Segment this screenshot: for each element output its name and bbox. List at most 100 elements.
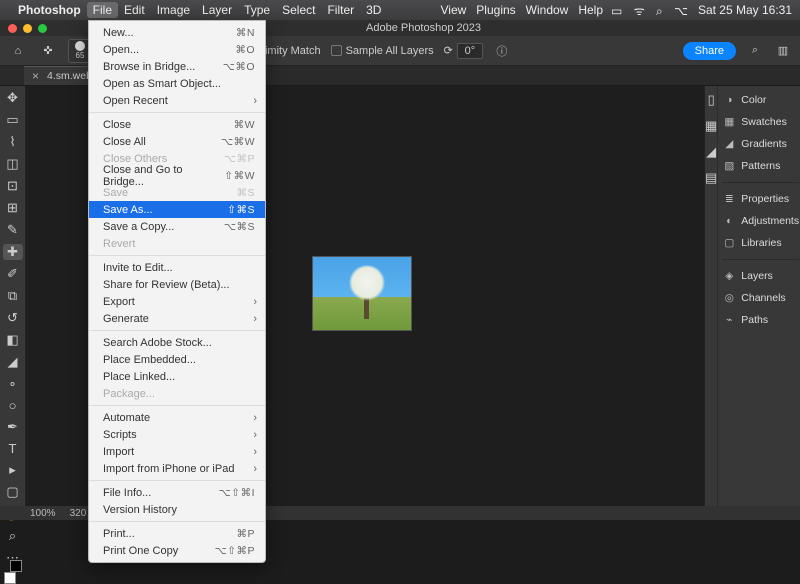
menubar-item-view[interactable]: View bbox=[441, 3, 467, 17]
panel-label: Paths bbox=[741, 314, 768, 326]
menu-item-shortcut: ⌘S bbox=[236, 187, 255, 199]
file-menu-dropdown: New...⌘NOpen...⌘OBrowse in Bridge...⌥⌘OO… bbox=[88, 20, 266, 563]
zoom-window-button[interactable] bbox=[38, 24, 47, 33]
menu-item-share-for-review-beta[interactable]: Share for Review (Beta)... bbox=[89, 276, 265, 293]
menu-item-export[interactable]: Export bbox=[89, 293, 265, 310]
menu-item-import[interactable]: Import bbox=[89, 443, 265, 460]
crop-tool[interactable]: ⊡ bbox=[3, 178, 23, 194]
menu-item-label: Browse in Bridge... bbox=[103, 61, 195, 73]
menu-item-file-info[interactable]: File Info...⌥⇧⌘I bbox=[89, 484, 265, 501]
menu-item-generate[interactable]: Generate bbox=[89, 310, 265, 327]
share-button[interactable]: Share bbox=[683, 42, 736, 60]
control-center-icon[interactable]: ⌥ bbox=[674, 4, 688, 18]
frame-tool[interactable]: ⊞ bbox=[3, 200, 23, 216]
home-button[interactable]: ⌂ bbox=[8, 41, 28, 61]
rectangle-tool[interactable]: ▢ bbox=[3, 484, 23, 500]
panel-label: Libraries bbox=[741, 237, 781, 249]
panel-tab-color[interactable]: ◑Color bbox=[722, 92, 799, 108]
menu-item-place-linked[interactable]: Place Linked... bbox=[89, 368, 265, 385]
close-tab-icon[interactable]: × bbox=[32, 69, 39, 83]
menu-item-scripts[interactable]: Scripts bbox=[89, 426, 265, 443]
menubar-item-edit[interactable]: Edit bbox=[124, 3, 145, 17]
panel-tab-libraries[interactable]: ▢Libraries bbox=[722, 235, 799, 251]
document-image[interactable] bbox=[312, 256, 412, 331]
panel-label: Color bbox=[741, 94, 766, 106]
menubar-item-layer[interactable]: Layer bbox=[202, 3, 232, 17]
dodge-tool[interactable]: ○ bbox=[3, 398, 23, 413]
panel-tab-swatches[interactable]: ▦Swatches bbox=[722, 114, 799, 130]
menubar-item-image[interactable]: Image bbox=[157, 3, 190, 17]
menu-item-browse-in-bridge[interactable]: Browse in Bridge...⌥⌘O bbox=[89, 58, 265, 75]
menu-item-save-as[interactable]: Save As...⇧⌘S bbox=[89, 201, 265, 218]
spotlight-icon[interactable]: ⌕ bbox=[656, 4, 663, 18]
angle-input[interactable]: 0° bbox=[457, 43, 483, 59]
menu-item-close-all[interactable]: Close All⌥⌘W bbox=[89, 133, 265, 150]
menu-item-search-adobe-stock[interactable]: Search Adobe Stock... bbox=[89, 334, 265, 351]
panel-icon[interactable]: ▦ bbox=[705, 118, 717, 134]
menubar-item-help[interactable]: Help bbox=[578, 3, 603, 17]
sample-all-layers-checkbox[interactable] bbox=[331, 45, 342, 56]
menubar-item-select[interactable]: Select bbox=[282, 3, 315, 17]
zoom-level[interactable]: 100% bbox=[30, 508, 56, 519]
menu-item-close[interactable]: Close⌘W bbox=[89, 116, 265, 133]
healing-brush-tool[interactable]: ✚ bbox=[3, 244, 23, 260]
search-icon[interactable]: ⌕ bbox=[746, 42, 764, 60]
blur-tool[interactable]: ∘ bbox=[3, 376, 23, 392]
panel-tab-adjustments[interactable]: ◐Adjustments bbox=[722, 213, 799, 229]
lasso-tool[interactable]: ⌇ bbox=[3, 134, 23, 150]
panel-tab-gradients[interactable]: ◢Gradients bbox=[722, 136, 799, 152]
tool-preset-picker[interactable]: ✜ bbox=[38, 41, 58, 61]
menu-item-print-one-copy[interactable]: Print One Copy⌥⇧⌘P bbox=[89, 542, 265, 559]
panel-tab-channels[interactable]: ◎Channels bbox=[722, 290, 799, 306]
menubar-item-3d[interactable]: 3D bbox=[366, 3, 381, 17]
pressure-icon[interactable]: ⓘ bbox=[493, 42, 511, 60]
menu-item-close-and-go-to-bridge[interactable]: Close and Go to Bridge...⇧⌘W bbox=[89, 167, 265, 184]
menubar-item-file[interactable]: File bbox=[87, 2, 118, 18]
zoom-tool[interactable]: ⌕ bbox=[3, 528, 23, 544]
minimize-window-button[interactable] bbox=[23, 24, 32, 33]
menubar-clock[interactable]: Sat 25 May 16:31 bbox=[698, 3, 792, 17]
workspace-switcher-icon[interactable]: ▥ bbox=[774, 42, 792, 60]
clone-stamp-tool[interactable]: ⧉ bbox=[3, 288, 23, 304]
brush-tool[interactable]: ✐ bbox=[3, 266, 23, 282]
object-select-tool[interactable]: ◫ bbox=[3, 156, 23, 172]
menubar-item-plugins[interactable]: Plugins bbox=[476, 3, 515, 17]
move-tool[interactable]: ✥ bbox=[3, 90, 23, 106]
path-select-tool[interactable]: ▸ bbox=[3, 462, 23, 478]
menu-item-new[interactable]: New...⌘N bbox=[89, 24, 265, 41]
marquee-tool[interactable]: ▭ bbox=[3, 112, 23, 128]
menubar-item-window[interactable]: Window bbox=[526, 3, 569, 17]
gradient-tool[interactable]: ◢ bbox=[3, 354, 23, 370]
menu-item-label: Save As... bbox=[103, 204, 153, 216]
layers-icon: ◈ bbox=[722, 270, 736, 282]
menu-item-save-a-copy[interactable]: Save a Copy...⌥⌘S bbox=[89, 218, 265, 235]
eraser-tool[interactable]: ◧ bbox=[3, 332, 23, 348]
panel-tab-properties[interactable]: ≣Properties bbox=[722, 191, 799, 207]
menu-item-open-as-smart-object[interactable]: Open as Smart Object... bbox=[89, 75, 265, 92]
properties-icon: ≣ bbox=[722, 193, 736, 205]
menu-item-open[interactable]: Open...⌘O bbox=[89, 41, 265, 58]
menu-item-automate[interactable]: Automate bbox=[89, 409, 265, 426]
panel-icon[interactable]: ◢ bbox=[706, 144, 716, 160]
panel-tab-paths[interactable]: ⌁Paths bbox=[722, 312, 799, 328]
menu-item-print[interactable]: Print...⌘P bbox=[89, 525, 265, 542]
panel-label: Adjustments bbox=[741, 215, 799, 227]
panel-tab-patterns[interactable]: ▨Patterns bbox=[722, 158, 799, 174]
panel-tab-layers[interactable]: ◈Layers bbox=[722, 268, 799, 284]
menubar-item-type[interactable]: Type bbox=[244, 3, 270, 17]
menu-item-place-embedded[interactable]: Place Embedded... bbox=[89, 351, 265, 368]
pen-tool[interactable]: ✒ bbox=[3, 419, 23, 435]
menu-item-import-from-iphone-or-ipad[interactable]: Import from iPhone or iPad bbox=[89, 460, 265, 477]
eyedropper-tool[interactable]: ✎ bbox=[3, 222, 23, 238]
close-window-button[interactable] bbox=[8, 24, 17, 33]
panel-icon[interactable]: ▯ bbox=[708, 92, 715, 108]
panel-icon[interactable]: ▤ bbox=[705, 170, 717, 186]
type-tool[interactable]: T bbox=[3, 441, 23, 456]
menu-item-invite-to-edit[interactable]: Invite to Edit... bbox=[89, 259, 265, 276]
menubar-item-filter[interactable]: Filter bbox=[327, 3, 354, 17]
sample-all-layers-label: Sample All Layers bbox=[346, 45, 434, 57]
history-brush-tool[interactable]: ↺ bbox=[3, 310, 23, 326]
menu-item-open-recent[interactable]: Open Recent bbox=[89, 92, 265, 109]
menu-item-version-history[interactable]: Version History bbox=[89, 501, 265, 518]
app-name[interactable]: Photoshop bbox=[18, 3, 81, 17]
